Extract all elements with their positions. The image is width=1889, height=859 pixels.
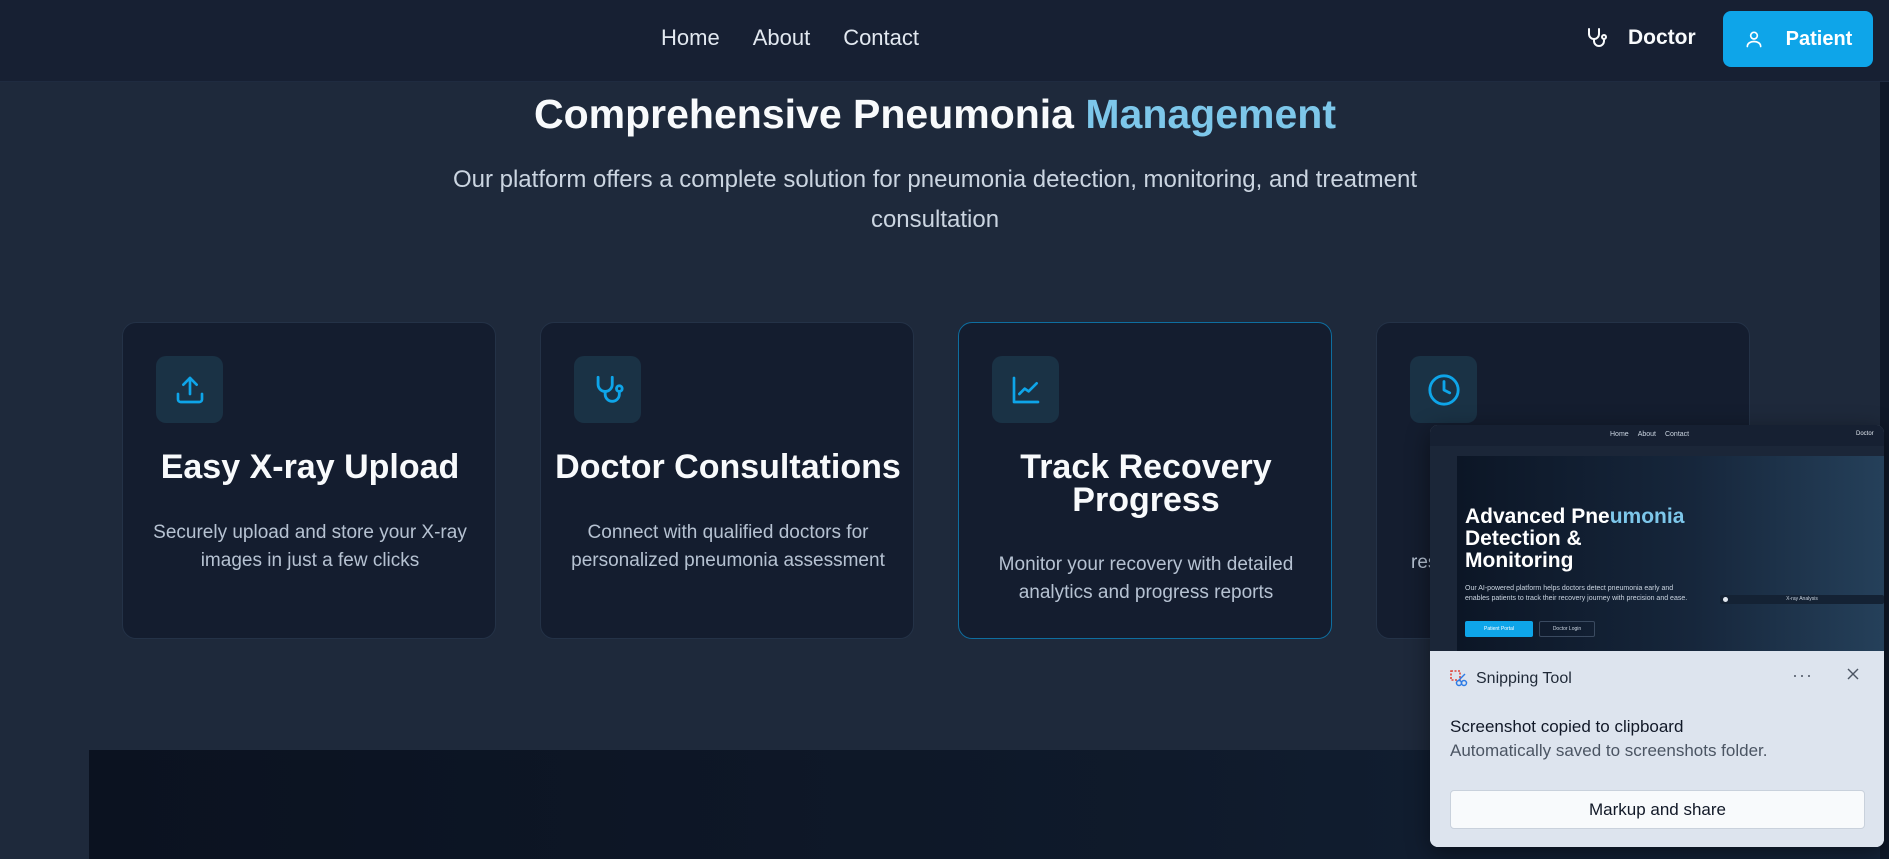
preview-nav-links: Home About Contact (1610, 431, 1689, 438)
heading-accent: Management (1085, 91, 1336, 137)
nav-contact-link[interactable]: Contact (843, 25, 919, 51)
feature-card-recovery: Track Recovery Progress Monitor your rec… (958, 322, 1332, 639)
preview-nav-about: About (1637, 431, 1656, 438)
notification-header: Snipping Tool (1450, 670, 1572, 688)
card-title: Doctor Consultations (555, 448, 901, 486)
markup-and-share-button[interactable]: Markup and share (1450, 790, 1865, 829)
patient-button[interactable]: Patient (1723, 11, 1873, 67)
preview-navbar: Home About Contact Doctor (1430, 425, 1884, 446)
card-description: Securely upload and store your X-ray ima… (153, 522, 467, 571)
preview-hero: Advanced Pneumonia Detection & Monitorin… (1457, 456, 1884, 651)
preview-nav-home: Home (1610, 431, 1629, 438)
heading-main: Comprehensive Pneumonia (534, 91, 1086, 137)
preview-title-line2: Detection & (1465, 527, 1582, 550)
nav-home-link[interactable]: Home (661, 25, 720, 51)
feature-card-consultations: Doctor Consultations Connect with qualif… (540, 322, 914, 639)
line-chart-icon (1012, 376, 1039, 403)
close-icon[interactable] (1846, 667, 1860, 681)
nav-links: Home About Contact (661, 25, 919, 51)
stethoscope-icon (1588, 28, 1607, 47)
notification-body: Snipping Tool ··· Screenshot copied to c… (1430, 651, 1884, 847)
notification-title: Screenshot copied to clipboard (1450, 717, 1684, 736)
snipping-tool-notification[interactable]: Home About Contact Doctor Advanced Pneum… (1430, 425, 1884, 847)
preview-secondary-button: Doctor Login (1539, 621, 1595, 637)
preview-nav-doctor: Doctor (1856, 431, 1874, 437)
preview-badge: X-ray Analysis (1720, 595, 1884, 604)
doctor-label: Doctor (1628, 26, 1696, 49)
preview-title-line3: Monitoring (1465, 549, 1574, 572)
notification-subtitle: Automatically saved to screenshots folde… (1450, 741, 1768, 760)
screenshot-preview[interactable]: Home About Contact Doctor Advanced Pneum… (1430, 425, 1884, 651)
preview-description: Our AI-powered platform helps doctors de… (1465, 585, 1688, 602)
preview-primary-button: Patient Portal (1465, 621, 1533, 637)
patient-label: Patient (1785, 27, 1853, 50)
section-subheading: Our platform offers a complete solution … (452, 166, 1418, 233)
section-heading: Comprehensive Pneumonia Management (0, 91, 1870, 138)
doctor-login-link[interactable]: Doctor (1584, 26, 1696, 50)
nav-about-link[interactable]: About (753, 25, 811, 51)
preview-hero-title: Advanced Pneumonia Detection & Monitorin… (1465, 506, 1725, 572)
upload-icon (176, 376, 203, 403)
card-icon-box (1410, 356, 1477, 423)
user-icon (1746, 31, 1762, 48)
more-options-button[interactable]: ··· (1792, 665, 1813, 686)
stethoscope-icon (596, 375, 624, 403)
card-icon-box (992, 356, 1059, 423)
preview-title-main: Advanced Pne (1465, 505, 1610, 528)
card-icon-box (156, 356, 223, 423)
card-title: Easy X-ray Upload (160, 448, 460, 486)
notification-app-name: Snipping Tool (1476, 670, 1572, 687)
card-title: Track Recovery Progress (1020, 448, 1272, 519)
preview-title-accent: umonia (1609, 505, 1685, 528)
snipping-tool-icon (1450, 670, 1468, 687)
card-description: Monitor your recovery with detailed anal… (998, 554, 1294, 603)
preview-nav-contact: Contact (1664, 431, 1690, 438)
card-icon-box (574, 356, 641, 423)
feature-card-upload: Easy X-ray Upload Securely upload and st… (122, 322, 496, 639)
card-description: Connect with qualified doctors for perso… (571, 522, 885, 571)
preview-badge-dot (1723, 597, 1728, 602)
top-navbar: Home About Contact Doctor Patient (0, 0, 1889, 82)
clock-icon (1427, 373, 1460, 406)
